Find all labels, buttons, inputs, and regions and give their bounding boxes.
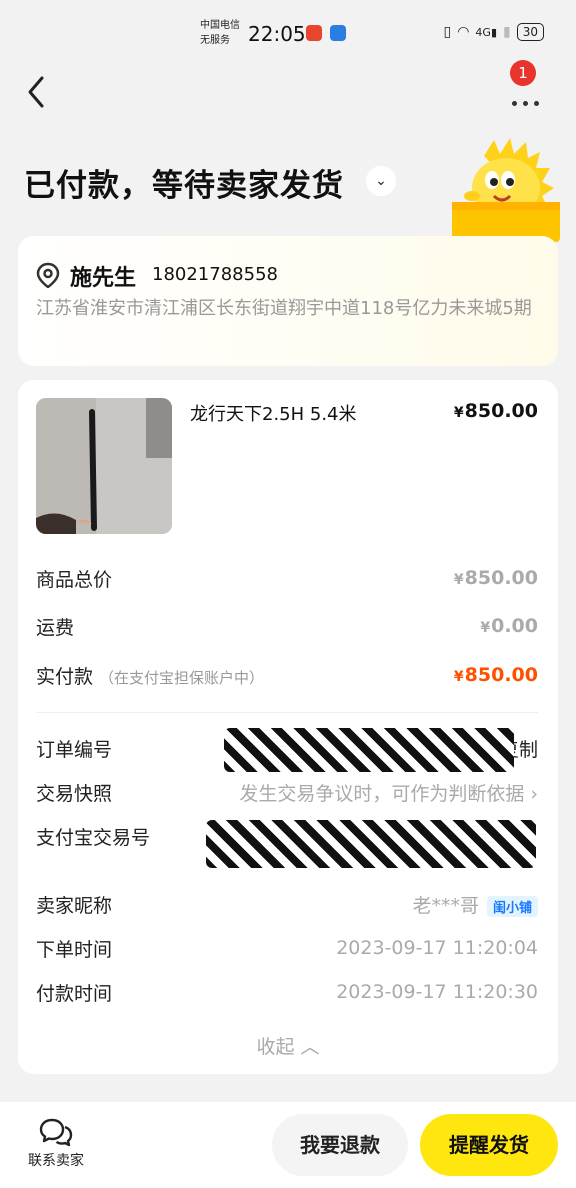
order-status-title: 已付款，等待卖家发货 — [24, 168, 344, 204]
clock: 22:05 — [248, 22, 306, 46]
seller-nickname: 老***哥 — [412, 894, 479, 917]
recipient-address: 江苏省淮安市清江浦区长东街道翔宇中道118号亿力未来城5期 — [36, 298, 532, 319]
order-number-label: 订单编号 — [36, 738, 113, 761]
system-icons: ▯ ◠ 4G▮ ▮ 30 — [443, 23, 544, 41]
seller-row: 卖家昵称 老***哥 闺小铺 — [36, 890, 538, 918]
collapse-label: 收起 — [256, 1036, 295, 1058]
pay-time-label: 付款时间 — [36, 982, 113, 1005]
pay-time-row: 付款时间 2023-09-17 11:20:30 — [36, 978, 538, 1006]
notification-badge: 1 — [510, 60, 536, 86]
goods-total-value: ¥850.00 — [454, 567, 538, 589]
redaction-scribble — [206, 820, 536, 868]
currency-symbol: ¥ — [453, 669, 464, 685]
paid-label-text: 实付款 — [36, 665, 94, 688]
carrier-name: 中国电信 — [200, 20, 240, 31]
address-card[interactable]: 施先生 18021788558 江苏省淮安市清江浦区长东街道翔宇中道118号亿力… — [18, 236, 558, 366]
product-name[interactable]: 龙行天下2.5H 5.4米 — [190, 400, 357, 426]
currency-symbol: ¥ — [453, 572, 464, 588]
seller-label: 卖家昵称 — [36, 894, 113, 917]
paid-label: 实付款 （在支付宝担保账户中） — [36, 662, 264, 689]
seller-tag-badge: 闺小铺 — [486, 895, 538, 917]
network-type: 4G — [475, 25, 491, 39]
goods-total-label: 商品总价 — [36, 568, 113, 591]
chevron-down-icon[interactable]: ⌄ — [366, 166, 396, 196]
currency-symbol: ¥ — [480, 620, 491, 636]
seller-value[interactable]: 老***哥 闺小铺 — [412, 891, 538, 918]
paid-amount: 850.00 — [464, 664, 538, 686]
recipient-name: 施先生 — [70, 266, 137, 291]
vibrate-icon: ▯ — [443, 24, 452, 40]
collapse-button[interactable]: 收起 ︿ — [18, 1032, 558, 1059]
alipay-number-label: 支付宝交易号 — [36, 826, 151, 849]
carrier-info: 中国电信 无服务 — [200, 18, 240, 48]
remind-ship-button[interactable]: 提醒发货 — [420, 1114, 558, 1176]
paid-row: 实付款 （在支付宝担保账户中） ¥850.00 — [36, 661, 538, 689]
snapshot-label: 交易快照 — [36, 782, 113, 805]
divider — [36, 712, 538, 713]
recipient-phone: 18021788558 — [152, 264, 278, 285]
back-icon[interactable] — [22, 74, 52, 110]
status-bar: 中国电信 无服务 22:05 ▯ ◠ 4G▮ ▮ 30 — [0, 0, 576, 64]
mascot-illustration — [452, 138, 560, 242]
refund-button[interactable]: 我要退款 — [272, 1114, 408, 1176]
more-icon — [512, 101, 539, 106]
order-card: 龙行天下2.5H 5.4米 ¥850.00 商品总价 ¥850.00 运费 ¥0… — [18, 380, 558, 1074]
pay-time-value: 2023-09-17 11:20:30 — [336, 981, 538, 1003]
snapshot-text: 发生交易争议时，可作为判断依据 — [239, 782, 525, 805]
app-notification-icon — [306, 25, 322, 41]
goods-total-amount: 850.00 — [464, 567, 538, 589]
goods-total-row: 商品总价 ¥850.00 — [36, 564, 538, 592]
signal-icon: ▮ — [503, 24, 511, 40]
chevron-up-icon: ︿ — [300, 1036, 320, 1058]
wifi-icon: ◠ — [457, 24, 470, 40]
location-icon — [36, 262, 60, 288]
product-price: ¥850.00 — [454, 400, 538, 422]
chat-bubble-icon — [39, 1118, 73, 1147]
carrier-status: 无服务 — [200, 35, 230, 46]
product-photo — [36, 398, 172, 534]
snapshot-row[interactable]: 交易快照 发生交易争议时，可作为判断依据 › — [36, 778, 538, 806]
battery-icon: 30 — [516, 23, 544, 41]
order-time-value: 2023-09-17 11:20:04 — [336, 937, 538, 959]
contact-seller-label: 联系卖家 — [28, 1153, 84, 1169]
shipping-value: ¥0.00 — [480, 615, 538, 637]
snapshot-value: 发生交易争议时，可作为判断依据 › — [239, 779, 538, 806]
redaction-scribble — [224, 728, 514, 772]
contact-seller-button[interactable]: 联系卖家 — [24, 1116, 88, 1170]
signal-icon: 4G▮ — [475, 25, 497, 39]
product-image[interactable] — [36, 398, 172, 534]
product-price-value: 850.00 — [464, 400, 538, 422]
currency-symbol: ¥ — [453, 405, 464, 421]
chevron-right-icon: › — [530, 782, 538, 805]
shipping-amount: 0.00 — [491, 615, 538, 637]
bottom-action-bar: 联系卖家 我要退款 提醒发货 — [0, 1102, 576, 1188]
order-time-label: 下单时间 — [36, 938, 113, 961]
app-notification-icon — [330, 25, 346, 41]
paid-value: ¥850.00 — [454, 664, 538, 686]
paid-note: （在支付宝担保账户中） — [99, 668, 265, 687]
shipping-row: 运费 ¥0.00 — [36, 612, 538, 640]
shipping-label: 运费 — [36, 616, 75, 639]
order-time-row: 下单时间 2023-09-17 11:20:04 — [36, 934, 538, 962]
